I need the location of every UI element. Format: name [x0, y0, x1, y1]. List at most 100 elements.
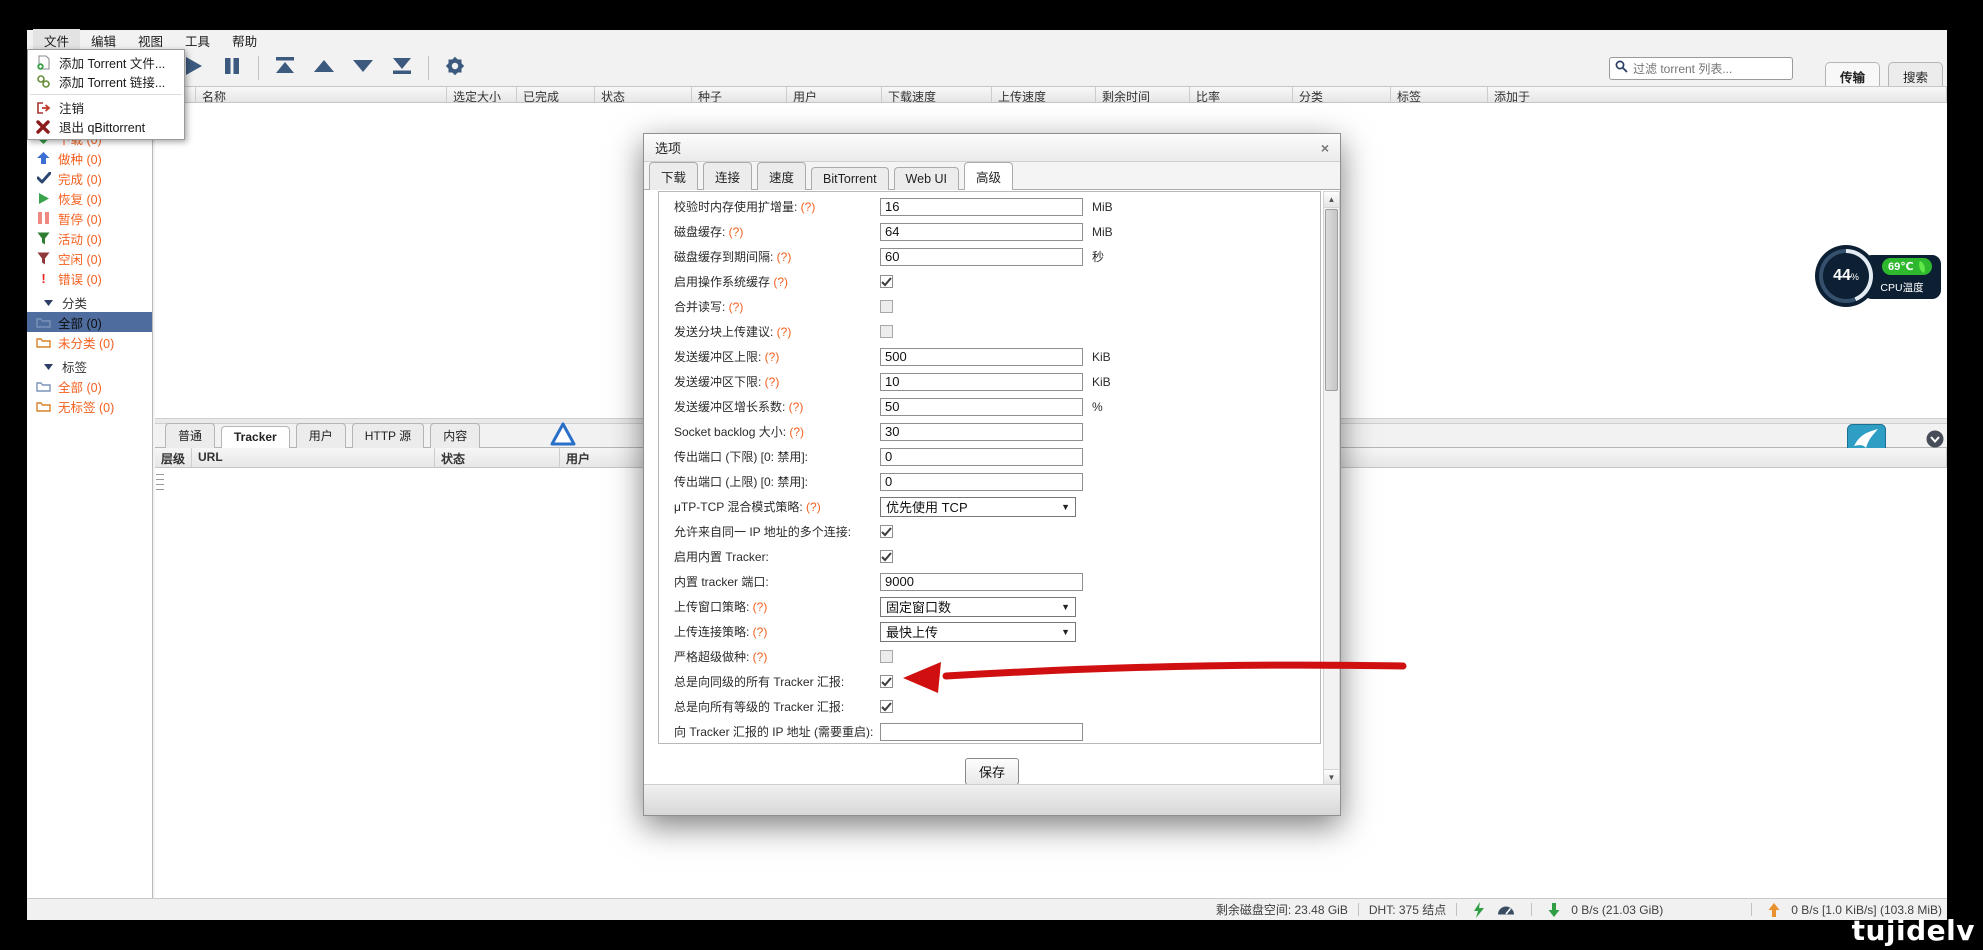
- sidebar-filter-inactive[interactable]: 空闲 (0): [27, 248, 152, 268]
- settings-input[interactable]: [880, 398, 1083, 416]
- help-link[interactable]: (?): [729, 300, 744, 314]
- settings-input[interactable]: [880, 473, 1083, 491]
- help-link[interactable]: (?): [753, 600, 768, 614]
- settings-checkbox[interactable]: [880, 300, 893, 313]
- sidebar-filter-resumed[interactable]: 恢复 (0): [27, 188, 152, 208]
- settings-select[interactable]: 最快上传▼: [880, 622, 1076, 642]
- torrent-column-上传速度[interactable]: 上传速度: [992, 87, 1096, 102]
- sidebar-category-all[interactable]: 全部 (0): [27, 312, 152, 332]
- settings-checkbox[interactable]: [880, 275, 893, 288]
- settings-input[interactable]: [880, 198, 1083, 216]
- tab-http-sources[interactable]: HTTP 源: [352, 423, 424, 448]
- tab-search[interactable]: 搜索: [1888, 62, 1943, 86]
- torrent-column-用户[interactable]: 用户: [787, 87, 882, 102]
- settings-input[interactable]: [880, 448, 1083, 466]
- help-link[interactable]: (?): [789, 425, 804, 439]
- torrent-column-名称[interactable]: 名称: [196, 87, 447, 102]
- settings-input[interactable]: [880, 423, 1083, 441]
- tracker-column-层级[interactable]: 层级: [155, 448, 192, 467]
- options-tab-bittorrent[interactable]: BitTorrent: [811, 167, 889, 190]
- help-link[interactable]: (?): [729, 225, 744, 239]
- scrollbar-thumb[interactable]: [1325, 209, 1338, 391]
- help-link[interactable]: (?): [765, 375, 780, 389]
- torrent-column-剩余时间[interactable]: 剩余时间: [1096, 87, 1190, 102]
- settings-input[interactable]: [880, 373, 1083, 391]
- options-tab-advanced[interactable]: 高级: [964, 162, 1013, 190]
- torrent-column-种子[interactable]: 种子: [692, 87, 787, 102]
- torrent-column-添加于[interactable]: 添加于: [1488, 87, 1947, 102]
- torrent-column-分类[interactable]: 分类: [1293, 87, 1391, 102]
- help-link[interactable]: (?): [765, 350, 780, 364]
- settings-checkbox[interactable]: [880, 525, 893, 538]
- torrent-column-已完成[interactable]: 已完成: [517, 87, 595, 102]
- help-link[interactable]: (?): [753, 650, 768, 664]
- sidebar-tag-untagged[interactable]: 无标签 (0): [27, 396, 152, 416]
- settings-checkbox[interactable]: [880, 675, 893, 688]
- file-menu-item-add-torrent-file[interactable]: 添加 Torrent 文件...: [28, 53, 184, 72]
- save-button[interactable]: 保存: [965, 758, 1019, 785]
- tab-peers[interactable]: 用户: [296, 423, 346, 448]
- sidebar-filter-active[interactable]: 活动 (0): [27, 228, 152, 248]
- pause-button[interactable]: [216, 55, 248, 81]
- help-link[interactable]: (?): [777, 325, 792, 339]
- move-bottom-button[interactable]: [386, 55, 418, 81]
- settings-input[interactable]: [880, 348, 1083, 366]
- scroll-up-icon[interactable]: ▲: [1324, 192, 1339, 208]
- settings-input[interactable]: [880, 573, 1083, 591]
- sidebar-category-uncategorized[interactable]: 未分类 (0): [27, 332, 152, 352]
- help-link[interactable]: (?): [801, 200, 816, 214]
- move-top-button[interactable]: [269, 55, 301, 81]
- file-menu-item-logout[interactable]: 注销: [28, 98, 184, 117]
- torrent-column-状态[interactable]: 状态: [595, 87, 692, 102]
- sidebar-tag-all[interactable]: 全部 (0): [27, 376, 152, 396]
- torrent-column-选定大小[interactable]: 选定大小: [447, 87, 517, 102]
- sidebar-filter-paused[interactable]: 暂停 (0): [27, 208, 152, 228]
- move-up-button[interactable]: [308, 55, 340, 81]
- file-menu-item-add-torrent-link[interactable]: 添加 Torrent 链接...: [28, 72, 184, 91]
- settings-checkbox[interactable]: [880, 325, 893, 338]
- settings-button[interactable]: [439, 55, 471, 81]
- help-link[interactable]: (?): [777, 250, 792, 264]
- menu-help[interactable]: 帮助: [221, 29, 268, 52]
- dialog-scrollbar[interactable]: ▲ ▼: [1323, 191, 1340, 786]
- close-icon[interactable]: ×: [1321, 141, 1329, 155]
- torrent-column-下载速度[interactable]: 下载速度: [882, 87, 992, 102]
- settings-input[interactable]: [880, 723, 1083, 741]
- dialog-titlebar[interactable]: 选项 ×: [644, 134, 1340, 162]
- tab-content[interactable]: 内容: [430, 423, 480, 448]
- settings-checkbox[interactable]: [880, 700, 893, 713]
- options-tab-webui[interactable]: Web UI: [894, 167, 959, 190]
- drag-grip[interactable]: [156, 474, 164, 491]
- torrent-column-标签[interactable]: 标签: [1391, 87, 1488, 102]
- tab-trackers[interactable]: Tracker: [221, 426, 290, 448]
- tracker-column-URL[interactable]: URL: [192, 448, 435, 467]
- move-down-button[interactable]: [347, 55, 379, 81]
- sidebar-filter-errored[interactable]: !错误 (0): [27, 268, 152, 288]
- alt-speed-icon[interactable]: [1497, 904, 1515, 915]
- settings-select[interactable]: 固定窗口数▼: [880, 597, 1076, 617]
- help-link[interactable]: (?): [753, 625, 768, 639]
- tracker-column-状态[interactable]: 状态: [435, 448, 560, 467]
- settings-input[interactable]: [880, 223, 1083, 241]
- help-link[interactable]: (?): [773, 275, 788, 289]
- tab-general[interactable]: 普通: [165, 423, 215, 448]
- help-link[interactable]: (?): [806, 500, 821, 514]
- settings-input[interactable]: [880, 248, 1083, 266]
- settings-checkbox[interactable]: [880, 550, 893, 563]
- sidebar-filter-completed[interactable]: 完成 (0): [27, 168, 152, 188]
- file-menu-item-exit[interactable]: 退出 qBittorrent: [28, 117, 184, 136]
- tab-transfers[interactable]: 传输: [1825, 62, 1880, 86]
- sidebar-section-categories[interactable]: 分类: [27, 292, 152, 312]
- options-tab-speed[interactable]: 速度: [757, 162, 806, 190]
- scroll-down-icon[interactable]: ▼: [1324, 769, 1339, 785]
- search-input[interactable]: [1633, 62, 1787, 76]
- connection-status-icon[interactable]: [1473, 902, 1485, 918]
- help-link[interactable]: (?): [789, 400, 804, 414]
- options-tab-connection[interactable]: 连接: [703, 162, 752, 190]
- torrent-column-比率[interactable]: 比率: [1190, 87, 1293, 102]
- settings-checkbox[interactable]: [880, 650, 893, 663]
- options-tab-downloads[interactable]: 下载: [649, 162, 698, 190]
- sidebar-filter-seeding[interactable]: 做种 (0): [27, 148, 152, 168]
- settings-select[interactable]: 优先使用 TCP▼: [880, 497, 1076, 517]
- sidebar-section-tags[interactable]: 标签: [27, 356, 152, 376]
